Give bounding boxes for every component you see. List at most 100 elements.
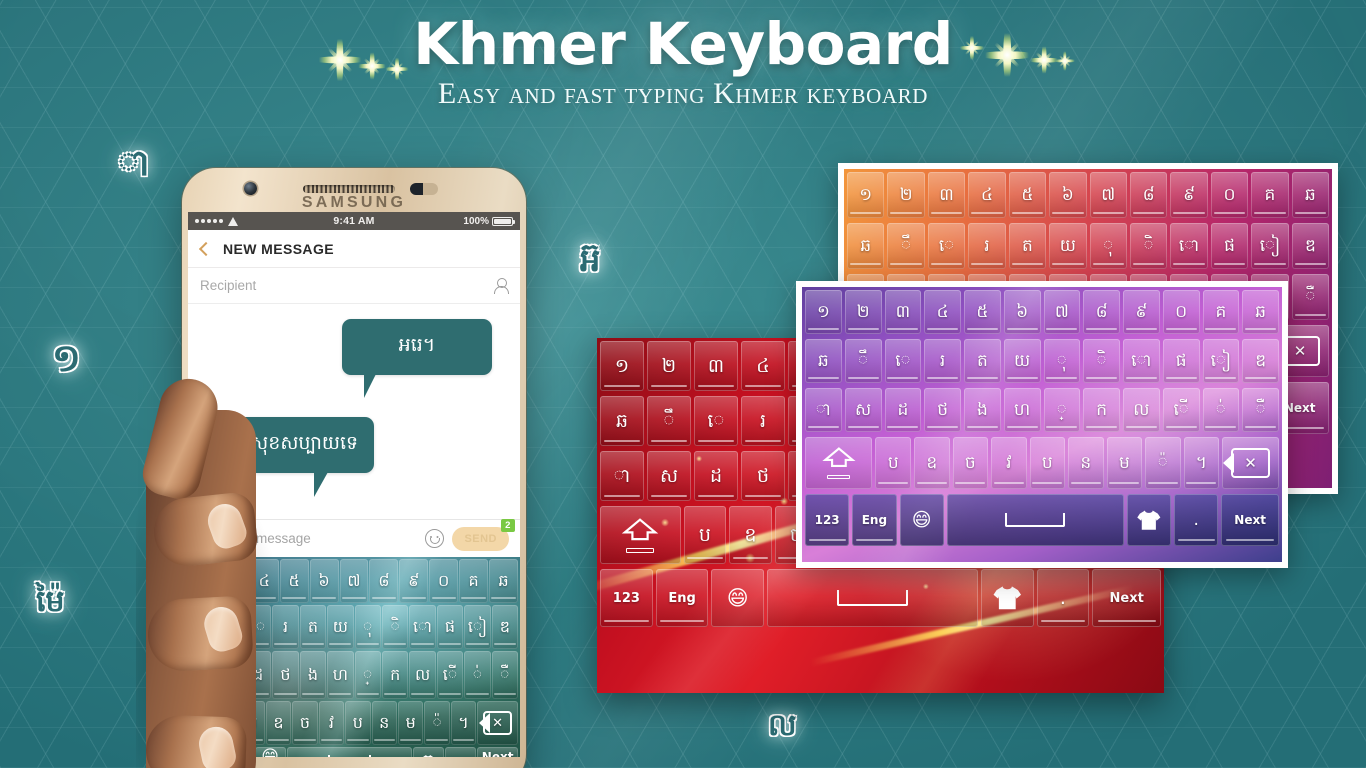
numbers-key[interactable]: 123 (805, 494, 850, 546)
key[interactable]: ត (964, 339, 1001, 383)
key[interactable]: ើ (1162, 388, 1200, 432)
key[interactable]: ឆ (847, 223, 885, 269)
key[interactable]: ង (964, 388, 1001, 432)
key[interactable]: ០ (1162, 290, 1200, 334)
period-key[interactable]: . (1174, 494, 1219, 546)
key[interactable]: ្ (354, 651, 381, 699)
key[interactable]: ឌ (491, 605, 519, 649)
key[interactable]: ៧ (1089, 172, 1127, 218)
key[interactable]: េ (884, 339, 922, 383)
key[interactable]: ្ (1043, 388, 1081, 432)
key[interactable]: ១ (847, 172, 885, 218)
key[interactable]: ៦ (309, 559, 339, 603)
backspace-key[interactable]: ✕ (1222, 437, 1279, 489)
key[interactable]: ៩ (1170, 172, 1208, 218)
key[interactable]: ២ (647, 341, 691, 391)
key[interactable]: ល (1123, 388, 1160, 432)
key[interactable]: ឺ (491, 651, 519, 699)
chevron-left-icon[interactable] (198, 241, 214, 256)
key[interactable]: ប (1029, 437, 1066, 489)
key[interactable]: ដ (884, 388, 922, 432)
key[interactable]: គ (1251, 172, 1289, 218)
key[interactable]: ២ (844, 290, 882, 334)
smiley-icon[interactable] (425, 529, 445, 548)
backspace-key[interactable]: ✕ (477, 701, 518, 745)
key[interactable]: ៥ (1008, 172, 1047, 218)
key[interactable]: េ (694, 396, 738, 446)
theme-key[interactable] (412, 747, 444, 757)
key[interactable]: ៀ (464, 605, 491, 649)
key[interactable]: គ (459, 559, 489, 603)
key[interactable]: ហ (327, 651, 354, 699)
key[interactable]: រ (741, 396, 785, 446)
key[interactable]: ឆ (600, 396, 644, 446)
space-key[interactable] (767, 569, 978, 627)
next-key[interactable]: Next (477, 747, 519, 757)
person-icon[interactable] (493, 277, 509, 294)
key[interactable]: រ (968, 223, 1006, 269)
key[interactable]: ៤ (741, 341, 785, 391)
key[interactable]: ៉ (424, 701, 450, 745)
key[interactable]: យ (1049, 223, 1087, 269)
key[interactable]: ០ (429, 559, 459, 603)
key[interactable]: វ (991, 437, 1027, 489)
next-key[interactable]: Next (1221, 494, 1279, 546)
key[interactable]: ប (683, 506, 727, 564)
key[interactable]: ៤ (968, 172, 1006, 218)
key[interactable]: ៨ (1083, 290, 1120, 334)
language-key[interactable]: Eng (852, 494, 897, 546)
key[interactable]: ថ (741, 451, 785, 501)
key[interactable]: រ (924, 339, 961, 383)
key[interactable]: ៦ (1003, 290, 1041, 334)
key[interactable]: ង (299, 651, 327, 699)
key[interactable]: ៣ (694, 341, 738, 391)
key[interactable]: ម (397, 701, 424, 745)
key[interactable]: ១ (600, 341, 644, 391)
key[interactable]: ោ (1170, 223, 1208, 269)
key[interactable]: យ (1003, 339, 1041, 383)
key[interactable]: ៀ (1251, 223, 1289, 269)
key[interactable]: ផ (1162, 339, 1200, 383)
key[interactable]: ប (875, 437, 911, 489)
send-button[interactable]: SEND 2 (452, 518, 515, 551)
key[interactable]: ឹ (887, 223, 925, 269)
key[interactable]: ល (409, 651, 436, 699)
key[interactable]: ស (844, 388, 882, 432)
key[interactable]: ុ (354, 605, 381, 649)
period-key[interactable]: . (445, 747, 477, 757)
key[interactable]: ៉ (1145, 437, 1181, 489)
key[interactable]: ៦ (1049, 172, 1087, 218)
shift-key[interactable] (600, 506, 681, 564)
period-key[interactable]: . (1036, 569, 1090, 627)
key[interactable]: ។ (450, 701, 477, 745)
key[interactable]: ៩ (399, 559, 429, 603)
key[interactable]: វ (318, 701, 345, 745)
key[interactable]: ឺ (1291, 274, 1330, 320)
key[interactable]: ់ (464, 651, 491, 699)
keyboard-preview-purple[interactable]: ១ ២ ៣ ៤ ៥ ៦ ៧ ៨ ៩ ០ គ ឆ ឆ ឹ េ រ ត យ ុ ិ … (796, 281, 1288, 568)
key[interactable]: ឧ (729, 506, 772, 564)
key[interactable]: ។ (1183, 437, 1220, 489)
key[interactable]: ប (345, 701, 371, 745)
key[interactable]: ឆ (489, 559, 518, 603)
key[interactable]: ោ (1123, 339, 1160, 383)
key[interactable]: ត (1008, 223, 1047, 269)
key[interactable]: ៧ (339, 559, 369, 603)
key[interactable]: ផ (1210, 223, 1249, 269)
key[interactable]: ិ (381, 605, 409, 649)
key[interactable]: ច (292, 701, 318, 745)
key[interactable]: ម (1106, 437, 1143, 489)
key[interactable]: ក (1083, 388, 1120, 432)
key[interactable]: ច (952, 437, 989, 489)
key[interactable]: េ (927, 223, 966, 269)
numbers-key[interactable]: 123 (600, 569, 653, 627)
key[interactable]: ដ (694, 451, 738, 501)
key[interactable]: ុ (1043, 339, 1081, 383)
key[interactable]: ៨ (369, 559, 399, 603)
key[interactable]: ៣ (884, 290, 922, 334)
key[interactable]: ៤ (924, 290, 961, 334)
key[interactable]: ើ (436, 651, 464, 699)
key[interactable]: ត (299, 605, 327, 649)
key[interactable]: ា (805, 388, 842, 432)
key[interactable]: ស (647, 451, 691, 501)
